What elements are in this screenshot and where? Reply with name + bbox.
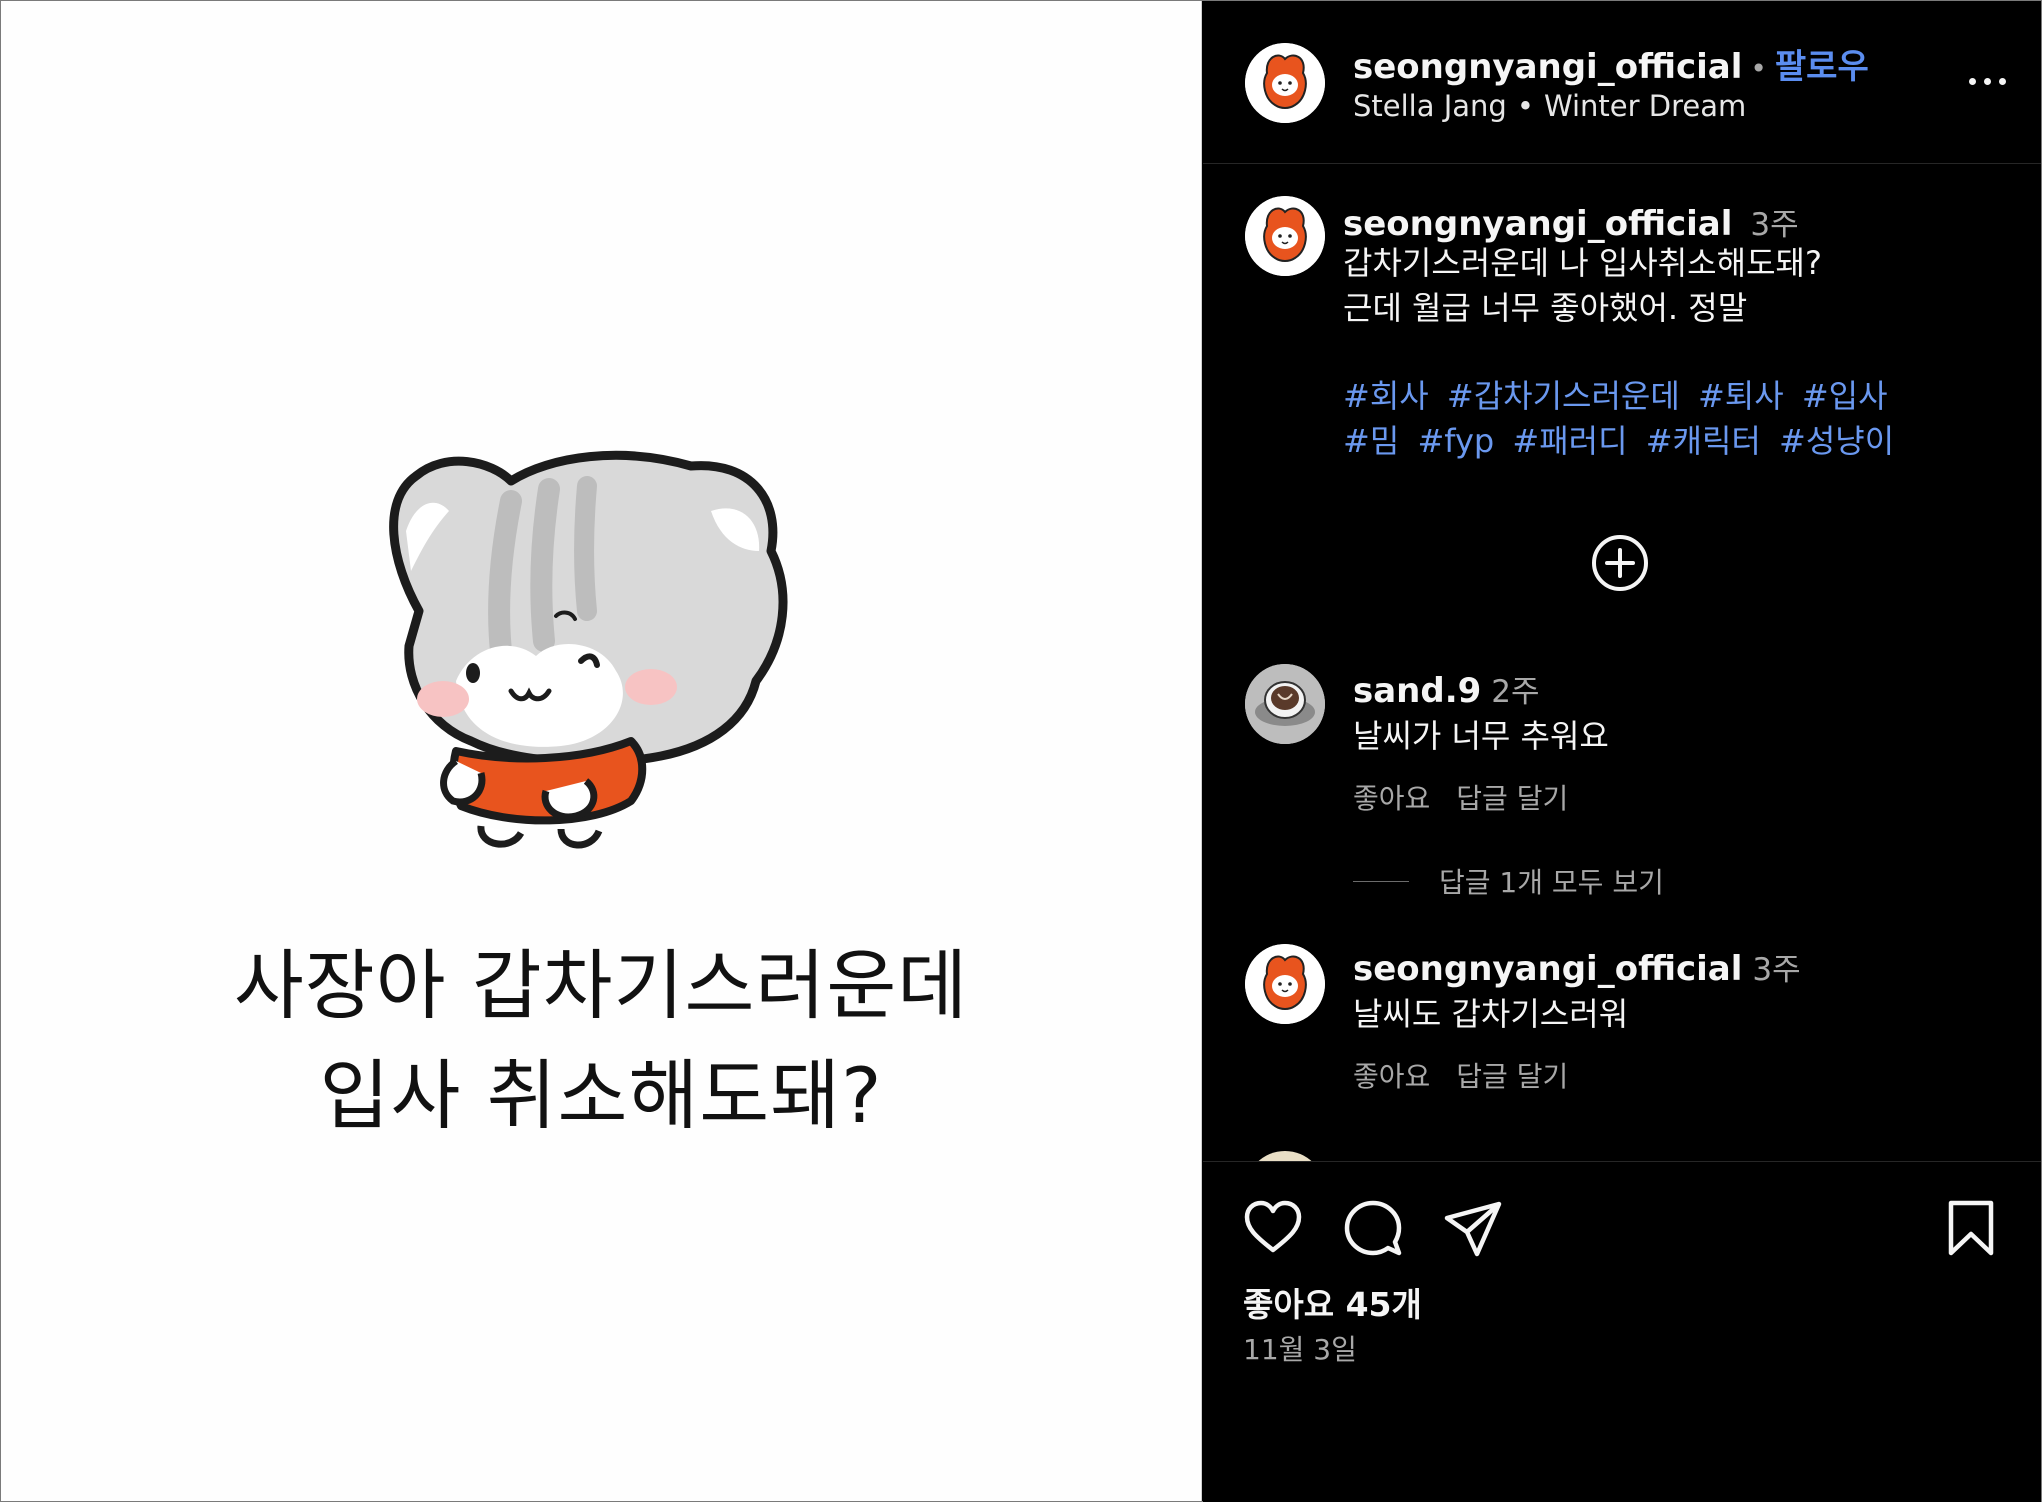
- comment-time: 3주: [1752, 952, 1801, 988]
- comment-text: 날씨가 너무 추워요: [1353, 717, 1609, 755]
- add-circle-icon[interactable]: [1590, 533, 1650, 593]
- comment-actions: 좋아요 답글 달기: [1353, 1055, 1594, 1095]
- comment-reply-button[interactable]: 답글 달기: [1456, 1060, 1568, 1093]
- header-username[interactable]: seongnyangi_official: [1353, 47, 1742, 87]
- comment-like-button[interactable]: 좋아요: [1353, 1060, 1430, 1093]
- caption-user-row: seongnyangi_official 3주: [1343, 199, 1799, 244]
- audio-artist: Stella Jang: [1353, 89, 1507, 123]
- post-media[interactable]: 사장아 갑차기스러운데 입사 취소해도돼?: [1, 1, 1202, 1501]
- hashtag[interactable]: #퇴사: [1698, 377, 1784, 415]
- comment-time: 2주: [1491, 674, 1540, 710]
- caption-text: 갑차기스러운데 나 입사취소해도돼? 근데 월급 너무 좋아했어. 정말: [1343, 241, 2003, 331]
- hashtags: #회사 #갑차기스러운데 #퇴사 #입사 #밈 #fyp #패러디 #캐릭터 #…: [1343, 374, 2003, 464]
- post-date: 11월 3일: [1243, 1333, 1357, 1366]
- hashtag[interactable]: #패러디: [1512, 422, 1627, 460]
- cat-avatar-icon: [1245, 196, 1325, 276]
- caption-line: 갑차기스러운데 나 입사취소해도돼?: [1343, 244, 1822, 282]
- comment-actions: 좋아요 답글 달기: [1353, 777, 1594, 817]
- hashtag[interactable]: #갑차기스러운데: [1447, 377, 1680, 415]
- media-caption-line: 사장아 갑차기스러운데: [233, 941, 969, 1030]
- bookmark-icon[interactable]: [1941, 1198, 2001, 1258]
- caption-time: 3주: [1750, 207, 1799, 243]
- header-username-row: seongnyangi_official • 팔로우: [1353, 39, 1869, 88]
- comment-like-button[interactable]: 좋아요: [1353, 782, 1430, 815]
- comment-text: 날씨도 갑차기스러워: [1353, 995, 1629, 1033]
- audio-attribution[interactable]: Stella Jang • Winter Dream: [1353, 89, 1746, 123]
- post-header: seongnyangi_official • 팔로우 Stella Jang • Win…: [1203, 1, 2041, 164]
- comment-user-row: seongnyangi_official 3주: [1353, 944, 1801, 989]
- coffee-avatar-icon: [1245, 664, 1325, 744]
- avatar[interactable]: [1245, 43, 1325, 123]
- hashtag[interactable]: #성냥이: [1779, 422, 1894, 460]
- post-sidebar: seongnyangi_official • 팔로우 Stella Jang • Win…: [1203, 1, 2041, 1502]
- hashtag[interactable]: #밈: [1343, 422, 1399, 460]
- header-dot: •: [1750, 52, 1767, 85]
- audio-separator: •: [1516, 89, 1534, 123]
- audio-title: Winter Dream: [1543, 89, 1747, 123]
- hashtag[interactable]: #캐릭터: [1646, 422, 1761, 460]
- cat-avatar-icon: [1245, 944, 1325, 1024]
- divider: [1353, 880, 1409, 882]
- hashtag[interactable]: #회사: [1343, 377, 1429, 415]
- comment-icon[interactable]: [1343, 1198, 1403, 1258]
- avatar[interactable]: [1245, 944, 1325, 1024]
- avatar[interactable]: [1245, 664, 1325, 744]
- view-replies-label: 답글 1개 모두 보기: [1439, 866, 1664, 899]
- media-caption: 사장아 갑차기스러운데 입사 취소해도돼?: [1, 931, 1201, 1151]
- hashtag[interactable]: #fyp: [1417, 422, 1494, 460]
- share-icon[interactable]: [1443, 1198, 1503, 1258]
- media-caption-line: 입사 취소해도돼?: [319, 1051, 883, 1140]
- caption-line: 근데 월급 너무 좋아했어. 정말: [1343, 289, 1748, 327]
- comment-username[interactable]: sand.9: [1353, 671, 1481, 711]
- cat-illustration: [389, 450, 788, 849]
- post-window: 사장아 갑차기스러운데 입사 취소해도돼? seongnyangi_offici…: [0, 0, 2042, 1502]
- caption-username[interactable]: seongnyangi_official: [1343, 204, 1732, 244]
- comment-user-row: sand.9 2주: [1353, 666, 1540, 711]
- action-bar: 좋아요 45개 11월 3일: [1203, 1161, 2041, 1502]
- cat-avatar-icon: [1245, 43, 1325, 123]
- heart-icon[interactable]: [1243, 1198, 1303, 1258]
- follow-button[interactable]: 팔로우: [1775, 47, 1869, 87]
- like-count[interactable]: 좋아요 45개: [1243, 1278, 1422, 1326]
- avatar[interactable]: [1245, 196, 1325, 276]
- comment-username[interactable]: seongnyangi_official: [1353, 949, 1742, 989]
- view-replies-button[interactable]: 답글 1개 모두 보기: [1353, 861, 1664, 901]
- more-icon[interactable]: [1957, 59, 2017, 103]
- comment-reply-button[interactable]: 답글 달기: [1456, 782, 1568, 815]
- hashtag[interactable]: #입사: [1802, 377, 1888, 415]
